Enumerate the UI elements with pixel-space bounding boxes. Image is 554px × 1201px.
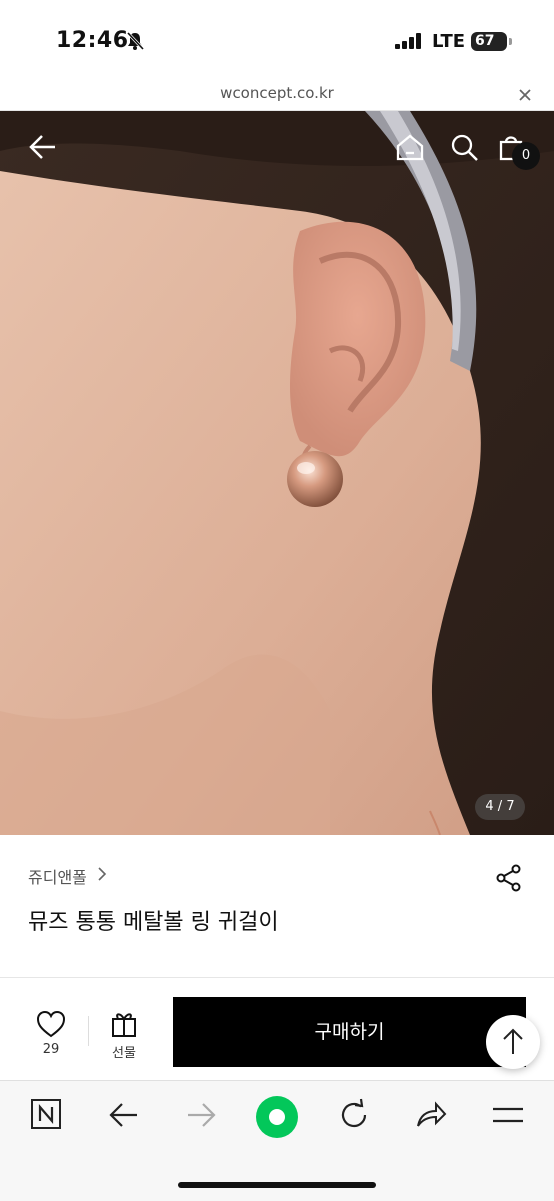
action-separator	[88, 1016, 89, 1046]
chevron-right-icon	[98, 867, 107, 881]
cart-count-badge: 0	[512, 142, 540, 170]
home-indicator	[178, 1182, 376, 1188]
silent-bell-icon	[126, 31, 145, 51]
divider	[0, 977, 554, 978]
back-arrow-icon[interactable]	[28, 133, 58, 161]
signal-icon	[395, 33, 421, 49]
product-title: 뮤즈 통통 메탈볼 링 귀걸이	[28, 910, 279, 935]
refresh-icon[interactable]	[337, 1098, 371, 1132]
forward-icon[interactable]	[184, 1098, 218, 1132]
search-icon[interactable]	[450, 133, 480, 163]
like-count: 29	[42, 1042, 60, 1057]
close-icon[interactable]	[515, 85, 535, 105]
brand-link[interactable]: 쥬디앤폴	[28, 864, 87, 888]
home-icon[interactable]	[395, 133, 425, 161]
product-photo	[0, 111, 554, 835]
status-time: 12:46	[56, 28, 129, 53]
heart-icon[interactable]	[30, 1010, 72, 1038]
battery-cap	[509, 38, 512, 45]
gift-label[interactable]: 선물	[103, 1042, 145, 1061]
share-arrow-icon[interactable]	[414, 1098, 448, 1132]
address-bar[interactable]: wconcept.co.kr	[0, 80, 554, 111]
hamburger-icon[interactable]	[491, 1098, 525, 1132]
arrow-up-icon	[503, 1028, 523, 1054]
back-icon[interactable]	[107, 1098, 141, 1132]
url-text[interactable]: wconcept.co.kr	[0, 84, 554, 102]
gift-icon[interactable]	[110, 1010, 138, 1038]
product-image-gallery[interactable]	[0, 111, 554, 835]
image-counter: 4 / 7	[475, 794, 525, 820]
network-type: LTE	[432, 31, 466, 52]
buy-button[interactable]: 구매하기	[173, 997, 526, 1067]
share-icon[interactable]	[495, 864, 523, 892]
battery-icon: 67	[471, 32, 507, 51]
green-dot-icon[interactable]	[255, 1095, 299, 1139]
naver-icon[interactable]	[30, 1098, 62, 1130]
scroll-to-top-button[interactable]	[486, 1015, 540, 1069]
status-bar: 12:46 LTE 67	[0, 0, 554, 80]
